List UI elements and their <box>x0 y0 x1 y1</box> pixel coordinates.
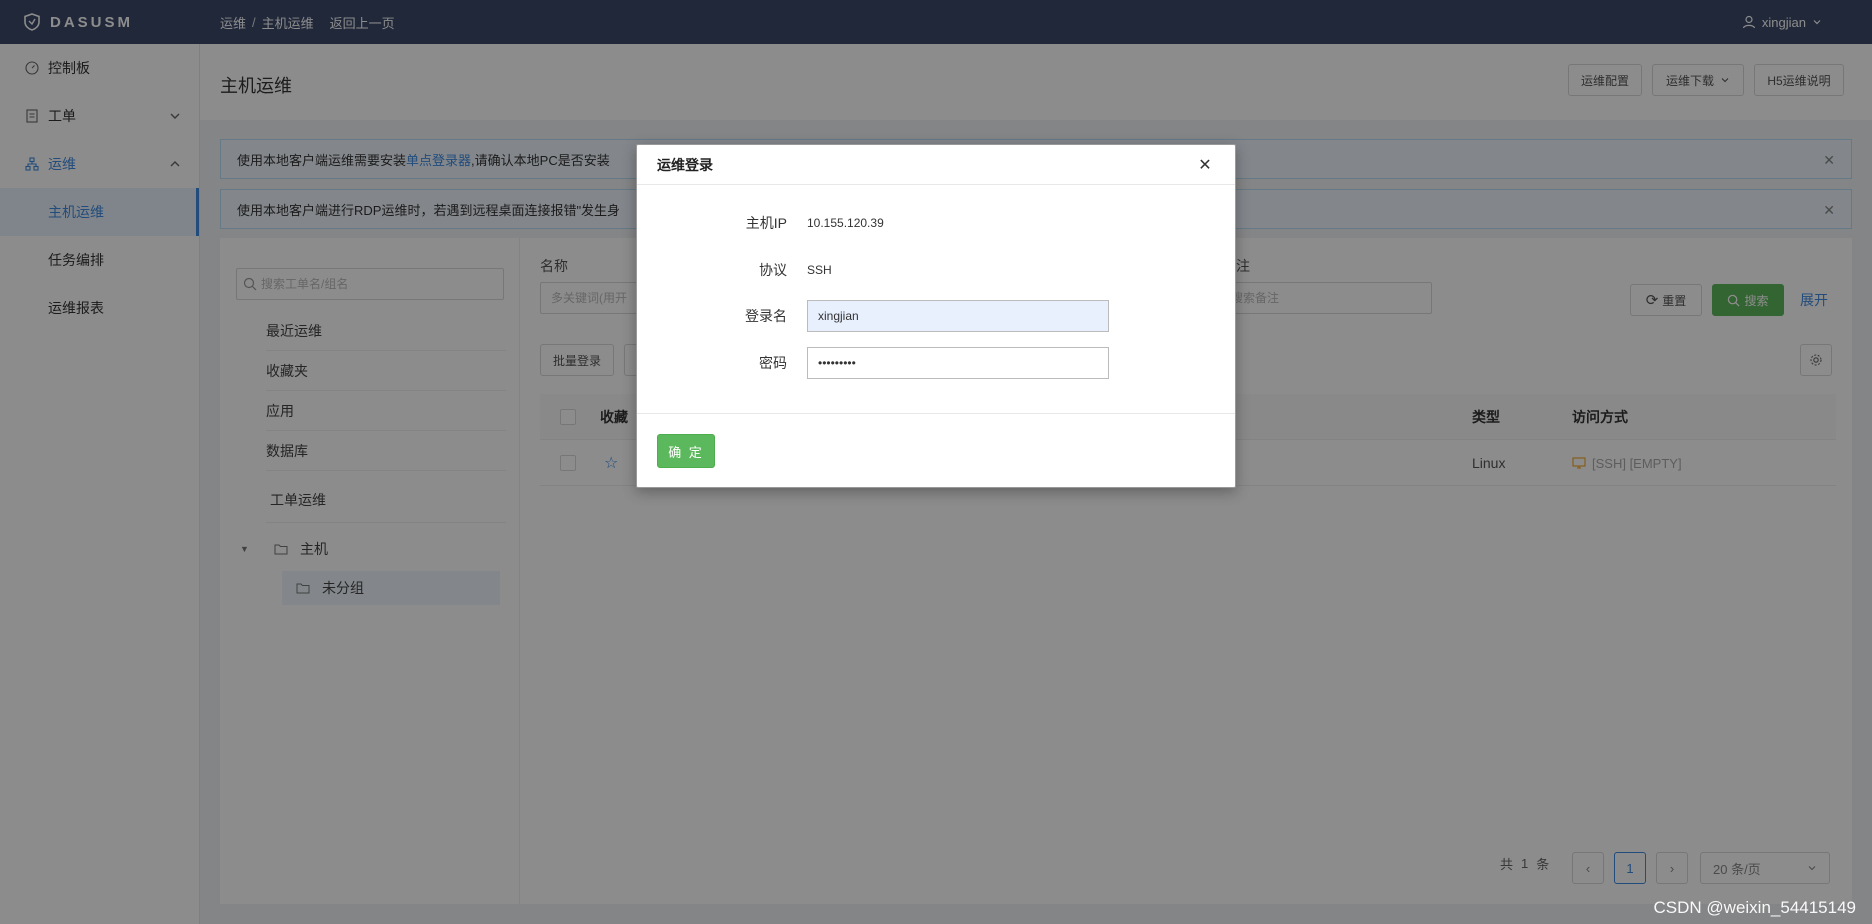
password-row: 密码 <box>637 347 1237 379</box>
confirm-button[interactable]: 确 定 <box>657 434 715 468</box>
login-name-label: 登录名 <box>745 308 787 324</box>
protocol-row: 协议 SSH <box>637 254 1237 286</box>
login-name-row: 登录名 <box>637 300 1237 332</box>
ops-login-dialog: 运维登录 ✕ 主机IP 10.155.120.39 协议 SSH 登录名 密码 … <box>636 144 1236 488</box>
watermark: CSDN @weixin_54415149 <box>1653 898 1856 917</box>
dialog-title: 运维登录 <box>657 156 713 173</box>
close-icon[interactable]: ✕ <box>1195 155 1215 175</box>
dialog-header: 运维登录 ✕ <box>637 145 1235 185</box>
protocol-label: 协议 <box>759 262 787 278</box>
host-ip-row: 主机IP 10.155.120.39 <box>637 207 1237 239</box>
host-ip-label: 主机IP <box>745 215 787 231</box>
password-input[interactable] <box>807 347 1109 379</box>
dialog-footer: 确 定 <box>637 413 1235 487</box>
protocol-value: SSH <box>807 263 832 277</box>
password-label: 密码 <box>759 355 787 371</box>
login-name-input[interactable] <box>807 300 1109 332</box>
host-ip-value: 10.155.120.39 <box>807 216 884 230</box>
